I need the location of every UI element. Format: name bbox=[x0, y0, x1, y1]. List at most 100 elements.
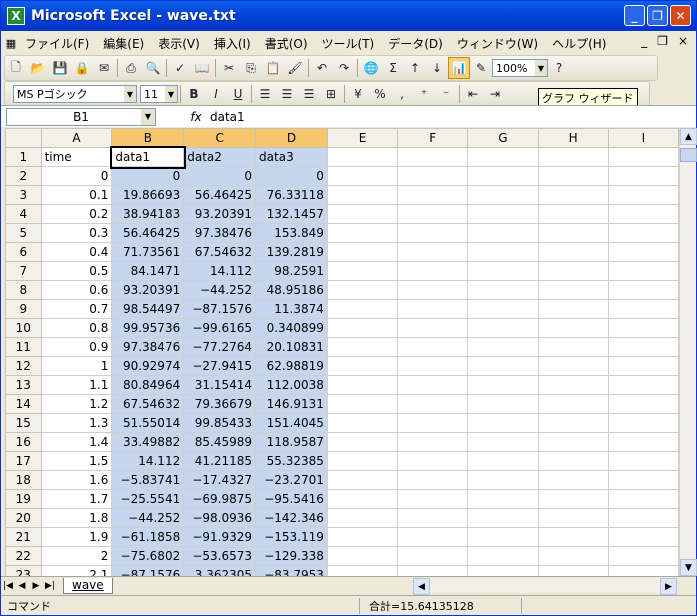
cell-a17[interactable]: 1.5 bbox=[40, 451, 113, 471]
cell-i8[interactable] bbox=[607, 280, 679, 300]
print-preview-icon[interactable]: 🔍 bbox=[142, 57, 164, 79]
cell-i19[interactable] bbox=[607, 489, 679, 509]
cell-a2[interactable]: 0 bbox=[40, 166, 113, 186]
cell-d15[interactable]: 151.4045 bbox=[255, 413, 328, 433]
cell-g22[interactable] bbox=[467, 546, 539, 566]
cell-h7[interactable] bbox=[537, 261, 609, 281]
row-header[interactable]: 14 bbox=[5, 394, 42, 414]
cell-e12[interactable] bbox=[326, 356, 399, 376]
cell-e4[interactable] bbox=[326, 204, 399, 224]
cell-f9[interactable] bbox=[397, 299, 469, 319]
cell-b14[interactable]: 67.54632 bbox=[111, 394, 185, 414]
cell-i12[interactable] bbox=[607, 356, 679, 376]
comma-icon[interactable]: , bbox=[391, 83, 413, 105]
menu-window[interactable]: ウィンドウ(W) bbox=[450, 33, 545, 54]
format-painter-icon[interactable]: 🖌 bbox=[284, 57, 306, 79]
cell-g21[interactable] bbox=[467, 527, 539, 547]
cell-b12[interactable]: 90.92974 bbox=[111, 356, 185, 376]
row-header[interactable]: 1 bbox=[5, 147, 42, 167]
cell-g11[interactable] bbox=[467, 337, 539, 357]
cell-i17[interactable] bbox=[607, 451, 679, 471]
cell-c2[interactable]: 0 bbox=[183, 166, 257, 186]
permission-icon[interactable]: 🔒 bbox=[71, 57, 93, 79]
bold-button[interactable]: B bbox=[183, 83, 205, 105]
cell-b17[interactable]: 14.112 bbox=[111, 451, 185, 471]
cell-f20[interactable] bbox=[397, 508, 469, 528]
row-header[interactable]: 4 bbox=[5, 204, 42, 224]
cell-e7[interactable] bbox=[326, 261, 399, 281]
cell-h22[interactable] bbox=[537, 546, 609, 566]
align-left-icon[interactable]: ☰ bbox=[254, 83, 276, 105]
cell-f23[interactable] bbox=[397, 565, 469, 576]
cell-b4[interactable]: 38.94183 bbox=[111, 204, 185, 224]
cell-b9[interactable]: 98.54497 bbox=[111, 299, 185, 319]
row-header[interactable]: 9 bbox=[5, 299, 42, 319]
cell-a10[interactable]: 0.8 bbox=[40, 318, 113, 338]
cell-f6[interactable] bbox=[397, 242, 469, 262]
cell-d19[interactable]: −95.5416 bbox=[255, 489, 328, 509]
cell-d9[interactable]: 11.3874 bbox=[255, 299, 328, 319]
decrease-decimal-icon[interactable]: ⁻ bbox=[435, 83, 457, 105]
cell-h15[interactable] bbox=[537, 413, 609, 433]
cell-a12[interactable]: 1 bbox=[40, 356, 113, 376]
cell-e8[interactable] bbox=[326, 280, 399, 300]
increase-decimal-icon[interactable]: ⁺ bbox=[413, 83, 435, 105]
cell-f12[interactable] bbox=[397, 356, 469, 376]
cell-d3[interactable]: 76.33118 bbox=[255, 185, 328, 205]
cut-icon[interactable]: ✂ bbox=[218, 57, 240, 79]
cell-g4[interactable] bbox=[467, 204, 539, 224]
cell-i13[interactable] bbox=[607, 375, 679, 395]
title-bar[interactable]: X Microsoft Excel - wave.txt _ ❐ ✕ bbox=[1, 1, 696, 31]
cell-d7[interactable]: 98.2591 bbox=[255, 261, 328, 281]
cell-g2[interactable] bbox=[467, 166, 539, 186]
font-name-dropdown[interactable]: MS Pゴシック ▼ bbox=[13, 85, 137, 103]
cell-a11[interactable]: 0.9 bbox=[40, 337, 113, 357]
cell-g14[interactable] bbox=[467, 394, 539, 414]
cell-c1[interactable]: data2 bbox=[183, 147, 257, 167]
column-header-i[interactable]: I bbox=[607, 128, 679, 148]
cell-a4[interactable]: 0.2 bbox=[40, 204, 113, 224]
cell-i3[interactable] bbox=[607, 185, 679, 205]
cell-c12[interactable]: −27.9415 bbox=[183, 356, 257, 376]
cell-d1[interactable]: data3 bbox=[255, 147, 328, 167]
cell-a14[interactable]: 1.2 bbox=[40, 394, 113, 414]
cell-a22[interactable]: 2 bbox=[40, 546, 113, 566]
print-icon[interactable]: ⎙ bbox=[120, 57, 142, 79]
cell-e10[interactable] bbox=[326, 318, 399, 338]
workbook-icon[interactable]: ▦ bbox=[4, 34, 18, 52]
cell-e11[interactable] bbox=[326, 337, 399, 357]
cell-g19[interactable] bbox=[467, 489, 539, 509]
cell-f1[interactable] bbox=[397, 147, 469, 167]
cell-h8[interactable] bbox=[537, 280, 609, 300]
scroll-down-icon[interactable]: ▼ bbox=[680, 559, 697, 576]
minimize-button[interactable]: _ bbox=[624, 5, 645, 26]
row-header[interactable]: 17 bbox=[5, 451, 42, 471]
formula-input[interactable]: data1 bbox=[210, 110, 245, 124]
open-icon[interactable]: 📂 bbox=[27, 57, 49, 79]
row-header[interactable]: 23 bbox=[5, 565, 42, 576]
chart-wizard-icon[interactable]: 📊 bbox=[448, 57, 470, 79]
cell-h3[interactable] bbox=[537, 185, 609, 205]
cell-g20[interactable] bbox=[467, 508, 539, 528]
row-header[interactable]: 2 bbox=[5, 166, 42, 186]
cell-a8[interactable]: 0.6 bbox=[40, 280, 113, 300]
cell-h14[interactable] bbox=[537, 394, 609, 414]
cell-e23[interactable] bbox=[326, 565, 399, 576]
cell-f18[interactable] bbox=[397, 470, 469, 490]
cell-a21[interactable]: 1.9 bbox=[40, 527, 113, 547]
cell-g3[interactable] bbox=[467, 185, 539, 205]
increase-indent-icon[interactable]: ⇥ bbox=[484, 83, 506, 105]
cell-g15[interactable] bbox=[467, 413, 539, 433]
scroll-up-icon[interactable]: ▲ bbox=[680, 128, 697, 145]
merge-center-icon[interactable]: ⊞ bbox=[320, 83, 342, 105]
cell-f16[interactable] bbox=[397, 432, 469, 452]
cell-g1[interactable] bbox=[467, 147, 539, 167]
restore-button[interactable]: ❐ bbox=[647, 5, 668, 26]
cell-f10[interactable] bbox=[397, 318, 469, 338]
cell-i14[interactable] bbox=[607, 394, 679, 414]
column-header-f[interactable]: F bbox=[397, 128, 469, 148]
cell-i7[interactable] bbox=[607, 261, 679, 281]
cell-h20[interactable] bbox=[537, 508, 609, 528]
column-header-a[interactable]: A bbox=[40, 128, 113, 148]
row-header[interactable]: 15 bbox=[5, 413, 42, 433]
